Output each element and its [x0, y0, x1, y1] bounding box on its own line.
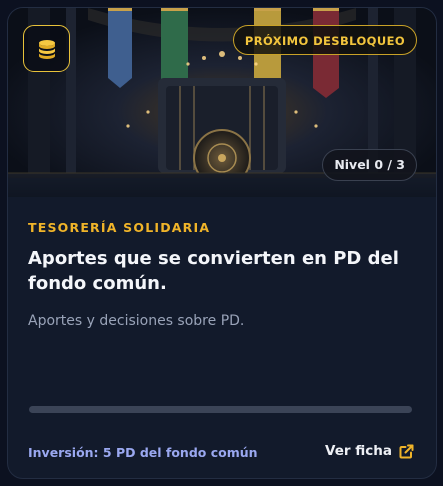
coins-stack-icon: [36, 38, 58, 60]
next-unlock-badge: PRÓXIMO DESBLOQUEO: [232, 25, 417, 55]
card-title: Aportes que se convierten en PD del fond…: [28, 248, 399, 294]
coin-badge: [23, 25, 70, 72]
level-badge: Nivel 0 / 3: [322, 149, 417, 181]
category-label: TESORERÍA SOLIDARIA: [28, 220, 211, 235]
upgrade-card: PRÓXIMO DESBLOQUEO Nivel 0 / 3 TESORERÍA…: [7, 7, 437, 479]
hero-image-vault-hall: PRÓXIMO DESBLOQUEO Nivel 0 / 3: [8, 8, 436, 197]
external-link-icon: [399, 444, 414, 459]
card-description: Aportes y decisiones sobre PD.: [28, 313, 245, 329]
progress-bar: [29, 406, 412, 413]
investment-cost: Inversión: 5 PD del fondo común: [28, 445, 258, 460]
view-details-label: Ver ficha: [325, 443, 392, 459]
view-details-link[interactable]: Ver ficha: [325, 443, 414, 459]
